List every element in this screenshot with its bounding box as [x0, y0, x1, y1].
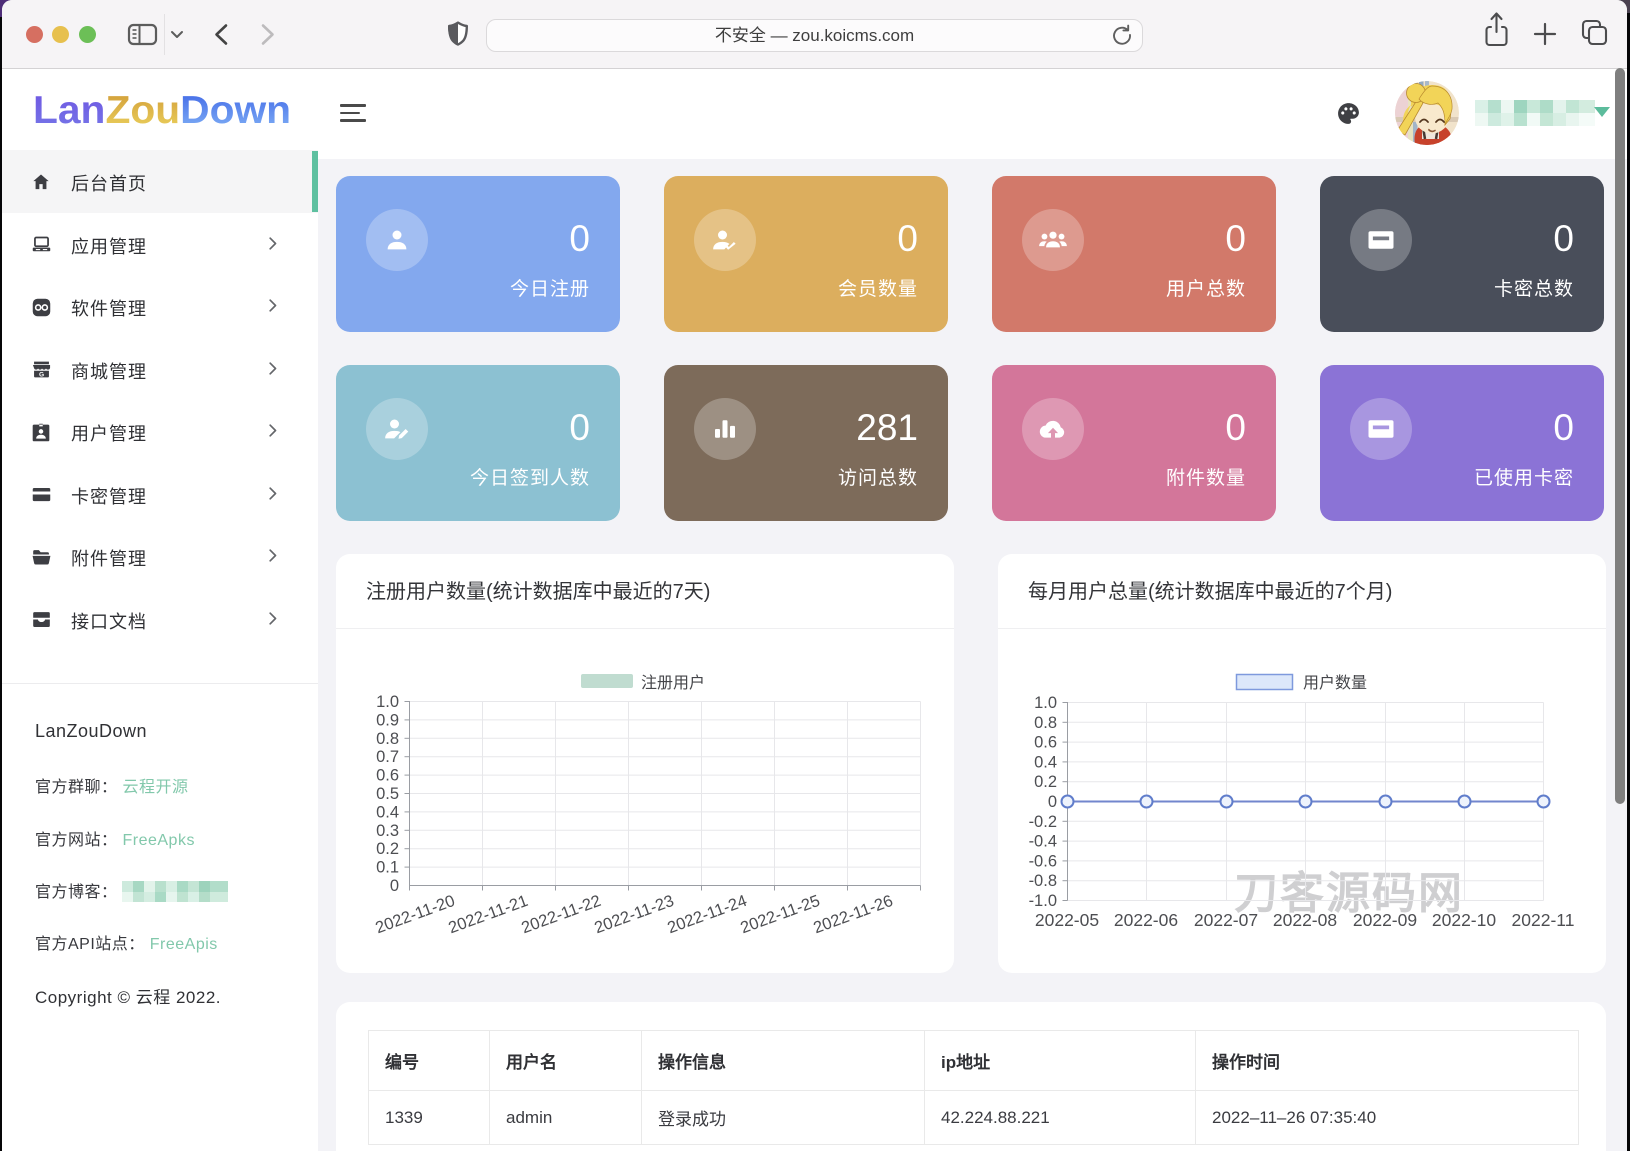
- svg-text:刀客源码网: 刀客源码网: [1234, 869, 1464, 918]
- svg-text:2022-06: 2022-06: [1114, 910, 1178, 930]
- svg-text:2022-10: 2022-10: [1432, 910, 1496, 930]
- svg-text:0: 0: [1048, 793, 1057, 811]
- svg-text:2022-11-25: 2022-11-25: [738, 892, 822, 937]
- svg-text:0.8: 0.8: [376, 730, 399, 748]
- svg-text:2022-11-21: 2022-11-21: [446, 892, 530, 937]
- svg-text:0.2: 0.2: [376, 840, 399, 858]
- svg-text:每月用户总量(统计数据库中最近的7个月): 每月用户总量(统计数据库中最近的7个月): [1028, 580, 1392, 603]
- svg-text:1.0: 1.0: [376, 693, 399, 711]
- svg-text:-0.6: -0.6: [1029, 852, 1057, 870]
- svg-text:用户数量: 用户数量: [1303, 674, 1367, 692]
- svg-text:2022-11-20: 2022-11-20: [373, 892, 457, 937]
- svg-text:1.0: 1.0: [1034, 694, 1057, 712]
- svg-text:0.4: 0.4: [376, 803, 399, 821]
- svg-text:0.1: 0.1: [376, 859, 399, 877]
- svg-text:-0.8: -0.8: [1029, 872, 1057, 890]
- svg-text:2022-05: 2022-05: [1035, 910, 1099, 930]
- svg-text:2022-09: 2022-09: [1353, 910, 1417, 930]
- svg-text:0: 0: [390, 877, 399, 895]
- svg-text:2022-11-22: 2022-11-22: [519, 892, 603, 937]
- svg-text:0.6: 0.6: [376, 767, 399, 785]
- svg-text:0.6: 0.6: [1034, 734, 1057, 752]
- svg-text:G: G: [39, 372, 44, 379]
- svg-text:0.3: 0.3: [376, 822, 399, 840]
- svg-text:-1.0: -1.0: [1029, 892, 1057, 910]
- svg-text:0.7: 0.7: [376, 748, 399, 766]
- svg-text:-0.4: -0.4: [1029, 833, 1057, 851]
- svg-text:0.9: 0.9: [376, 711, 399, 729]
- svg-text:2022-11-24: 2022-11-24: [665, 892, 749, 937]
- svg-text:2022-11-23: 2022-11-23: [592, 892, 676, 937]
- svg-text:2022-11-26: 2022-11-26: [811, 892, 895, 937]
- svg-text:0.2: 0.2: [1034, 773, 1057, 791]
- svg-text:0.8: 0.8: [1034, 714, 1057, 732]
- svg-text:注册用户数量(统计数据库中最近的7天): 注册用户数量(统计数据库中最近的7天): [366, 580, 710, 603]
- svg-text:2022-07: 2022-07: [1194, 910, 1258, 930]
- svg-text:-0.2: -0.2: [1029, 813, 1057, 831]
- svg-text:2022-11: 2022-11: [1512, 910, 1575, 930]
- svg-text:2022-08: 2022-08: [1273, 910, 1337, 930]
- svg-text:注册用户: 注册用户: [641, 674, 705, 692]
- svg-text:0.5: 0.5: [376, 785, 399, 803]
- svg-text:0.4: 0.4: [1034, 753, 1057, 771]
